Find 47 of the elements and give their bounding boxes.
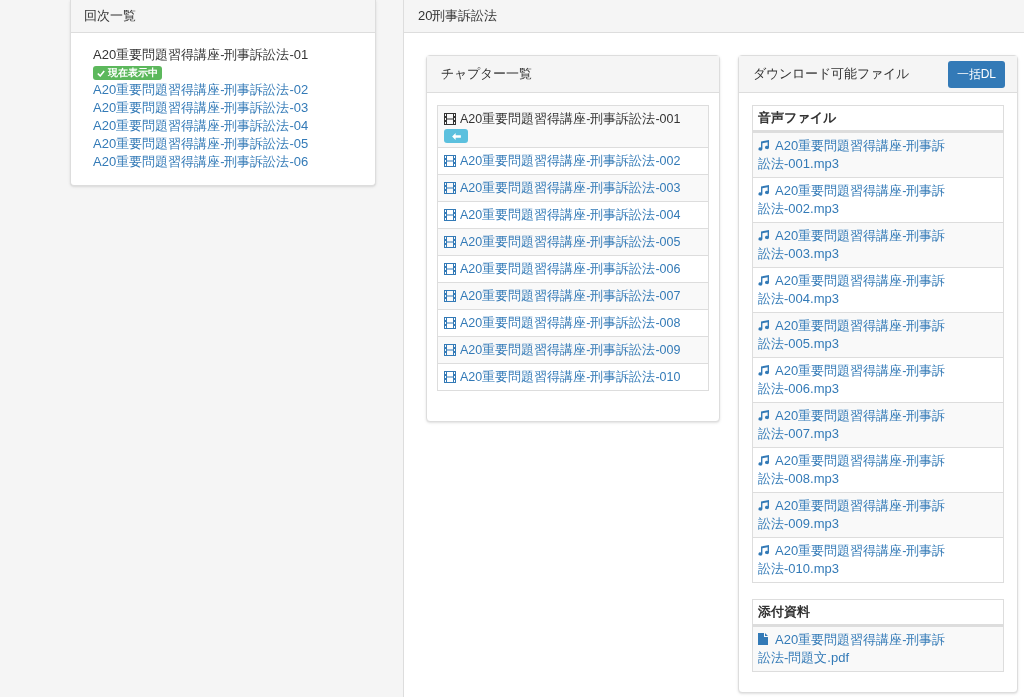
music-note-icon [758,544,770,556]
film-icon [444,236,456,248]
film-icon [444,317,456,329]
back-button[interactable] [444,129,468,143]
music-note-icon [758,319,770,331]
page-title: 20刑事訴訟法 [418,7,498,26]
file-link[interactable]: A20重要問題習得講座-刑事訴訟法-010.mp3 [758,542,953,578]
panel-title: ダウンロード可能ファイル [753,65,909,84]
checkmark-icon [97,69,105,77]
file-link[interactable]: A20重要問題習得講座-刑事訴訟法-002.mp3 [758,182,953,218]
episode-link[interactable]: A20重要問題習得講座-刑事訴訟法-05 [93,135,309,153]
current-episode: A20重要問題習得講座-刑事訴訟法-01 [93,46,309,64]
file-icon [758,633,768,645]
music-note-icon [758,364,770,376]
music-note-icon [758,499,770,511]
chapter-link[interactable]: A20重要問題習得講座-刑事訴訟法-010 [444,368,702,386]
chapter-link[interactable]: A20重要問題習得講座-刑事訴訟法-006 [444,260,702,278]
music-note-icon [758,454,770,466]
film-icon [444,155,456,167]
chapter-link[interactable]: A20重要問題習得講座-刑事訴訟法-008 [444,314,702,332]
film-icon [444,344,456,356]
status-badge: 現在表示中 [93,66,162,80]
film-icon [444,263,456,275]
current-chapter: A20重要問題習得講座-刑事訴訟法-001 [444,110,681,128]
music-note-icon [758,409,770,421]
file-link[interactable]: A20重要問題習得講座-刑事訴訟法-006.mp3 [758,362,953,398]
panel-title: 回次一覧 [84,7,136,26]
film-icon [444,113,456,125]
film-icon [444,290,456,302]
panel-title: チャプター一覧 [441,65,532,84]
music-note-icon [758,229,770,241]
film-icon [444,182,456,194]
episode-link[interactable]: A20重要問題習得講座-刑事訴訟法-03 [93,99,309,117]
film-icon [444,371,456,383]
episode-link[interactable]: A20重要問題習得講座-刑事訴訟法-02 [93,81,309,99]
episode-link[interactable]: A20重要問題習得講座-刑事訴訟法-04 [93,117,309,135]
episode-link[interactable]: A20重要問題習得講座-刑事訴訟法-06 [93,153,309,171]
film-icon [444,209,456,221]
music-note-icon [758,184,770,196]
chapter-link[interactable]: A20重要問題習得講座-刑事訴訟法-004 [444,206,702,224]
file-link[interactable]: A20重要問題習得講座-刑事訴訟法-004.mp3 [758,272,953,308]
chapter-link[interactable]: A20重要問題習得講座-刑事訴訟法-002 [444,152,702,170]
music-note-icon [758,274,770,286]
file-link[interactable]: A20重要問題習得講座-刑事訴訟法-008.mp3 [758,452,953,488]
bulk-download-button[interactable]: 一括DL [947,60,1005,88]
music-note-icon [758,139,770,151]
arrow-left-icon [451,132,461,140]
